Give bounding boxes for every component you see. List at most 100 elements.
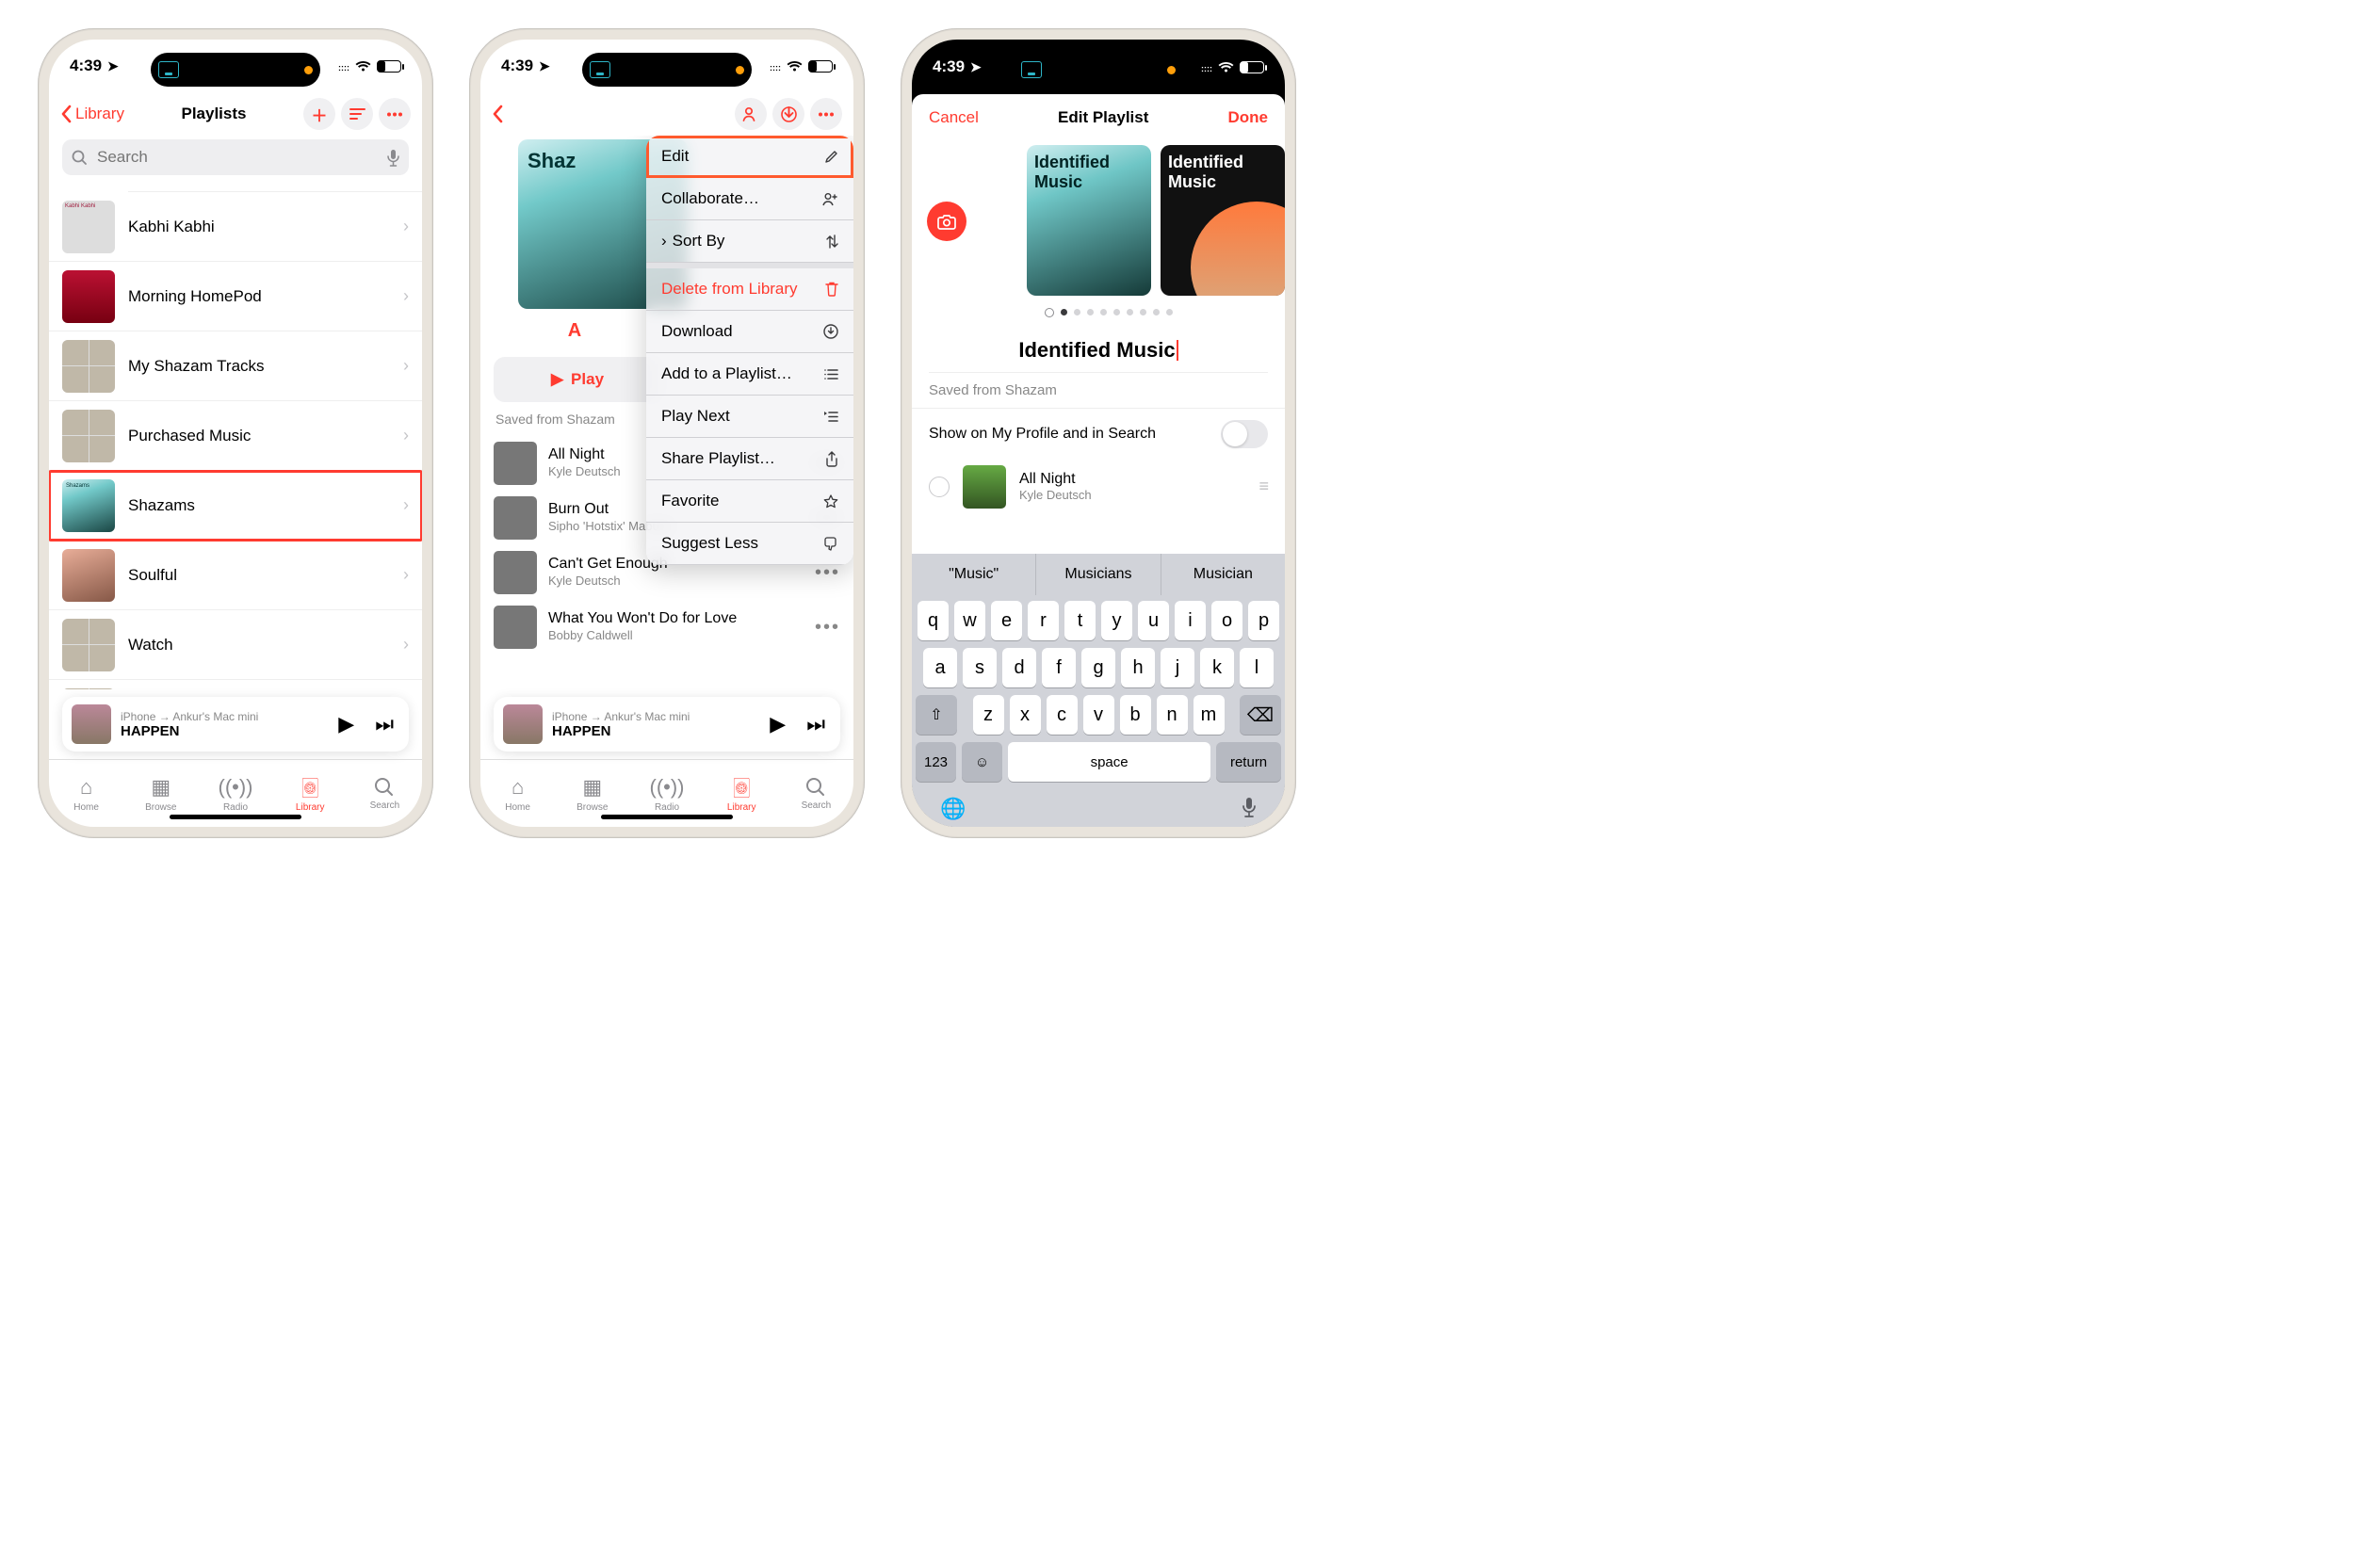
tab-home[interactable]: ⌂Home <box>480 760 555 827</box>
menu-item-suggest-less[interactable]: Suggest Less <box>646 523 853 565</box>
key-r[interactable]: r <box>1028 601 1059 640</box>
track-more-icon[interactable]: ••• <box>815 617 840 639</box>
key-e[interactable]: e <box>991 601 1022 640</box>
reorder-handle[interactable]: ≡ <box>1259 477 1268 496</box>
more-button[interactable] <box>379 98 411 130</box>
key-p[interactable]: p <box>1248 601 1279 640</box>
cover-option-1[interactable]: Identified Music <box>1027 145 1151 296</box>
playlist-row[interactable]: Purchased Music› <box>49 401 422 471</box>
key-f[interactable]: f <box>1042 648 1076 687</box>
key-i[interactable]: i <box>1175 601 1206 640</box>
wifi-icon <box>787 60 803 73</box>
mic-icon[interactable] <box>387 149 399 167</box>
key-v[interactable]: v <box>1083 695 1114 735</box>
menu-item-delete-from-library[interactable]: Delete from Library <box>646 263 853 311</box>
more-button[interactable] <box>810 98 842 130</box>
cellular-icon: :::: <box>770 58 781 74</box>
track-art <box>963 465 1006 509</box>
next-icon[interactable]: ⏭ <box>369 712 399 736</box>
menu-item-sort-by[interactable]: ›Sort By <box>646 220 853 263</box>
key-b[interactable]: b <box>1120 695 1151 735</box>
add-playlist-button[interactable]: ＋ <box>303 98 335 130</box>
remove-radio[interactable] <box>929 477 950 497</box>
playlist-row[interactable]: Soulful› <box>49 541 422 610</box>
key-t[interactable]: t <box>1064 601 1096 640</box>
home-icon: ⌂ <box>80 775 92 800</box>
menu-item-collaborate[interactable]: Collaborate… <box>646 178 853 220</box>
playlist-row[interactable]: With You› <box>49 680 422 689</box>
key-h[interactable]: h <box>1121 648 1155 687</box>
menu-item-download[interactable]: Download <box>646 311 853 353</box>
key-k[interactable]: k <box>1200 648 1234 687</box>
key-y[interactable]: y <box>1101 601 1132 640</box>
return-key[interactable]: return <box>1216 742 1281 782</box>
playlist-row[interactable]: Shazams› <box>49 471 422 541</box>
menu-label: Add to a Playlist… <box>661 364 792 383</box>
playlist-description[interactable]: Saved from Shazam <box>912 373 1285 409</box>
tab-search[interactable]: Search <box>348 760 422 827</box>
key-c[interactable]: c <box>1047 695 1078 735</box>
key-q[interactable]: q <box>918 601 949 640</box>
home-indicator[interactable] <box>601 815 733 819</box>
tab-home[interactable]: ⌂Home <box>49 760 123 827</box>
key-s[interactable]: s <box>963 648 997 687</box>
suggestion-2[interactable]: Musicians <box>1036 554 1161 595</box>
playlist-row[interactable]: Morning HomePod› <box>49 262 422 331</box>
home-indicator[interactable] <box>170 815 301 819</box>
now-playing-bar[interactable]: iPhone → Ankur's Mac mini HAPPEN ▶ ⏭ <box>494 697 840 752</box>
numbers-key[interactable]: 123 <box>916 742 956 782</box>
profile-toggle[interactable] <box>1221 420 1268 448</box>
menu-item-play-next[interactable]: Play Next <box>646 396 853 438</box>
back-button[interactable]: Library <box>60 105 124 123</box>
track-row[interactable]: What You Won't Do for LoveBobby Caldwell… <box>494 600 840 655</box>
key-w[interactable]: w <box>954 601 985 640</box>
cover-option-2[interactable]: Identified Music <box>1161 145 1285 296</box>
menu-item-edit[interactable]: Edit <box>646 136 853 178</box>
search-input[interactable] <box>95 147 380 168</box>
emoji-key[interactable]: ☺ <box>962 742 1002 782</box>
globe-key[interactable]: 🌐 <box>940 797 966 821</box>
now-playing-bar[interactable]: iPhone → Ankur's Mac mini HAPPEN ▶ ⏭ <box>62 697 409 752</box>
key-j[interactable]: j <box>1161 648 1194 687</box>
key-m[interactable]: m <box>1194 695 1225 735</box>
play-button[interactable]: ▶Play <box>494 357 661 402</box>
menu-item-favorite[interactable]: Favorite <box>646 480 853 523</box>
key-u[interactable]: u <box>1138 601 1169 640</box>
key-a[interactable]: a <box>923 648 957 687</box>
tab-search[interactable]: Search <box>779 760 853 827</box>
delete-key[interactable]: ⌫ <box>1240 695 1281 735</box>
playlist-thumb <box>62 410 115 462</box>
space-key[interactable]: space <box>1008 742 1210 782</box>
cover-carousel[interactable]: Identified Music Identified Music <box>933 141 1285 296</box>
chevron-icon: › <box>403 635 409 655</box>
sort-button[interactable] <box>341 98 373 130</box>
dictation-key[interactable] <box>1242 797 1257 821</box>
key-o[interactable]: o <box>1211 601 1242 640</box>
cancel-button[interactable]: Cancel <box>929 108 979 127</box>
play-icon[interactable]: ▶ <box>333 712 360 736</box>
key-x[interactable]: x <box>1010 695 1041 735</box>
key-d[interactable]: d <box>1002 648 1036 687</box>
play-icon[interactable]: ▶ <box>764 712 791 736</box>
back-button[interactable] <box>492 105 503 123</box>
key-n[interactable]: n <box>1157 695 1188 735</box>
menu-item-share-playlist[interactable]: Share Playlist… <box>646 438 853 480</box>
shift-key[interactable]: ⇧ <box>916 695 957 735</box>
next-icon[interactable]: ⏭ <box>801 712 831 736</box>
search-bar[interactable] <box>62 139 409 175</box>
track-row[interactable]: All Night Kyle Deutsch ≡ <box>912 460 1285 514</box>
playlist-row[interactable]: Kabhi Kabhi› <box>49 192 422 262</box>
key-z[interactable]: z <box>973 695 1004 735</box>
download-button[interactable] <box>772 98 804 130</box>
key-g[interactable]: g <box>1081 648 1115 687</box>
playlist-name-input[interactable]: Identified Music <box>929 331 1268 373</box>
done-button[interactable]: Done <box>1228 108 1269 127</box>
suggestion-3[interactable]: Musician <box>1161 554 1285 595</box>
collaborate-button[interactable] <box>735 98 767 130</box>
menu-item-add-to-a-playlist[interactable]: Add to a Playlist… <box>646 353 853 396</box>
playlist-row[interactable]: My Shazam Tracks› <box>49 331 422 401</box>
suggestion-1[interactable]: "Music" <box>912 554 1036 595</box>
key-l[interactable]: l <box>1240 648 1274 687</box>
playlist-row[interactable]: Watch› <box>49 610 422 680</box>
camera-button[interactable] <box>927 202 966 241</box>
